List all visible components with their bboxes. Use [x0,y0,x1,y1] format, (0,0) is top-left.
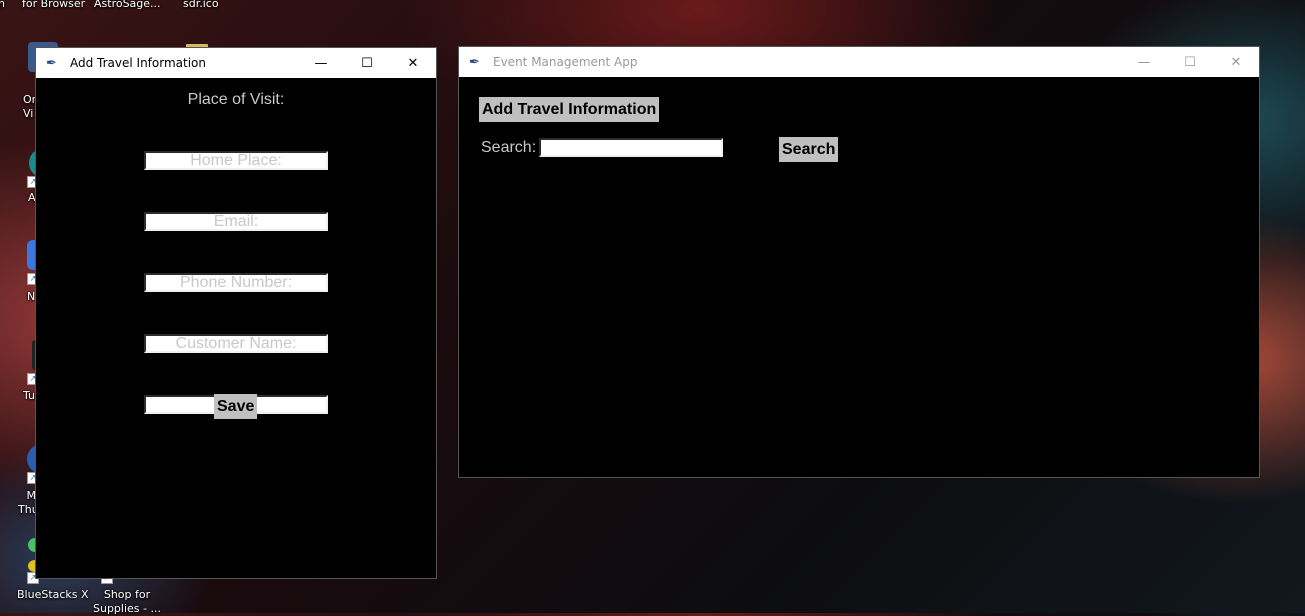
window-title: Add Travel Information [70,56,206,70]
maximize-button[interactable]: ☐ [1167,47,1213,77]
add-travel-window: ✒ Add Travel Information — ☐ ✕ Place of … [36,48,436,578]
add-travel-information-button[interactable]: Add Travel Information [479,97,660,122]
event-management-window: ✒ Event Management App — ☐ ✕ Add Travel … [459,47,1259,477]
desktop-label-partial[interactable]: n [0,0,5,11]
desktop-icon-label: A [28,191,36,204]
email-label: Email: [213,213,259,230]
close-button[interactable]: ✕ [1213,47,1259,77]
add-travel-titlebar[interactable]: ✒ Add Travel Information — ☐ ✕ [36,48,436,78]
maximize-button[interactable]: ☐ [344,48,390,78]
feather-icon: ✒ [469,54,480,70]
minimize-button[interactable]: — [298,48,344,78]
search-button[interactable]: Search [779,137,839,162]
search-input[interactable] [539,138,723,157]
desktop-label-astrosage[interactable]: AstroSage... [94,0,161,11]
phone-number-label: Phone Number: [179,274,293,291]
desktop-label-for-browser[interactable]: for Browser [22,0,85,11]
desktop-icon-label: M Thu [18,489,39,516]
feather-icon: ✒ [46,55,57,71]
save-button[interactable]: Save [214,394,258,419]
home-place-label: Home Place: [190,152,282,169]
desktop-icon-label: BlueStacks X [17,588,89,601]
minimize-button[interactable]: — [1121,47,1167,77]
close-button[interactable]: ✕ [390,48,436,78]
place-of-visit-label: Place of Visit: [187,91,285,108]
desktop-icon-label: N [27,290,36,303]
desktop-icon-label: Shop for Supplies - ... [93,588,161,615]
window-title: Event Management App [493,55,638,69]
event-management-titlebar[interactable]: ✒ Event Management App — ☐ ✕ [459,47,1259,77]
search-label: Search: [481,139,537,156]
desktop-label-sdr-ico[interactable]: sdr.ico [183,0,219,11]
customer-name-label: Customer Name: [175,335,297,352]
desktop-icon-label: Tu [23,389,36,402]
